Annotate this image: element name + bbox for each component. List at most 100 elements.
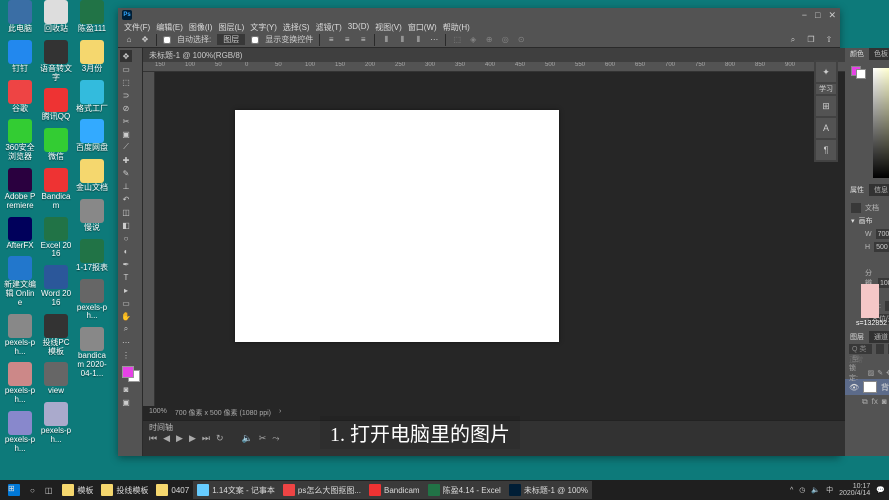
desktop-icon[interactable]: 陈盈111 (76, 0, 108, 34)
3d-icon-4[interactable]: ◎ (500, 35, 510, 45)
taskbar-item[interactable]: 陈盈4.14 - Excel (424, 481, 505, 499)
titlebar[interactable]: Ps − □ ✕ (118, 8, 840, 22)
search-button[interactable]: ○ (26, 481, 39, 499)
menu-item[interactable]: 帮助(H) (443, 22, 470, 32)
3d-icon-5[interactable]: ⊙ (516, 35, 526, 45)
desktop-icon[interactable]: 3月份 (76, 40, 108, 74)
taskbar-item[interactable]: Bandicam (365, 481, 424, 499)
blend-mode-select[interactable]: 正常 (849, 355, 863, 367)
tab-color[interactable]: 颜色 (845, 48, 869, 60)
align-right-icon[interactable]: ≡ (358, 35, 368, 45)
desktop-icon[interactable]: 语音转文字 (40, 40, 72, 83)
crop-tool[interactable]: ✂ (120, 115, 132, 127)
distribute-h-icon[interactable]: ⫴ (413, 35, 423, 45)
eraser-tool[interactable]: ◫ (120, 206, 132, 218)
edit-toolbar[interactable]: ⋮ (120, 349, 132, 361)
history-brush-tool[interactable]: ↶ (120, 193, 132, 205)
home-icon[interactable]: ⌂ (124, 35, 134, 45)
menu-item[interactable]: 文字(Y) (250, 22, 277, 32)
quick-mask-tool[interactable]: ◙ (120, 383, 132, 395)
layer-thumbnail[interactable] (863, 381, 877, 393)
foreground-color[interactable] (122, 366, 134, 378)
menu-item[interactable]: 窗口(W) (408, 22, 437, 32)
color-swatch[interactable] (120, 366, 140, 382)
libraries-icon[interactable]: ⊞ (816, 96, 836, 116)
more-icon[interactable]: ⋯ (429, 35, 439, 45)
desktop-icon[interactable]: Word 2016 (40, 265, 72, 308)
zoom-level[interactable]: 100% (149, 408, 167, 418)
layer-name[interactable]: 背景 (881, 382, 889, 393)
taskbar-item[interactable]: 0407 (152, 481, 193, 499)
brush-tool[interactable]: ✎ (120, 167, 132, 179)
tray-up-icon[interactable]: ^ (790, 487, 793, 494)
screen-mode-tool[interactable]: ▣ (120, 396, 132, 408)
paragraph-icon[interactable]: ¶ (816, 140, 836, 160)
tab-properties[interactable]: 属性 (845, 184, 869, 196)
tray-ime-icon[interactable]: 中 (826, 485, 833, 495)
desktop-icon[interactable]: 此电脑 (4, 0, 36, 34)
filter-pixel-icon[interactable] (876, 344, 884, 354)
tl-split-icon[interactable]: ✂ (259, 433, 267, 447)
type-tool[interactable]: T (120, 271, 132, 283)
distribute-icon[interactable]: ⫴ (381, 35, 391, 45)
shape-tool[interactable]: ▭ (120, 297, 132, 309)
search-icon[interactable]: ⌕ (788, 35, 798, 45)
taskbar-item[interactable]: 投线模板 (97, 481, 152, 499)
system-tray[interactable]: ^ ◷ 🔈 中 10:17 2020/4/14 💬 (790, 483, 885, 497)
visibility-icon[interactable]: 👁 (849, 383, 859, 392)
desktop-icon[interactable]: 慢说 (76, 199, 108, 233)
desktop-icon[interactable]: pexels-ph... (4, 314, 36, 357)
desktop-icon[interactable]: view (40, 362, 72, 396)
healing-tool[interactable]: ✚ (120, 154, 132, 166)
status-chevron-icon[interactable]: › (279, 408, 281, 418)
res-input[interactable] (878, 278, 889, 288)
move-tool[interactable]: ✥ (120, 50, 132, 62)
show-transform-checkbox[interactable] (251, 36, 259, 44)
hand-tool[interactable]: ✋ (120, 310, 132, 322)
3d-icon-3[interactable]: ⊕ (484, 35, 494, 45)
desktop-icon[interactable]: 钉钉 (4, 40, 36, 74)
tl-transition-icon[interactable]: ⤳ (272, 433, 279, 447)
taskbar-item[interactable]: 模板 (58, 481, 97, 499)
clock[interactable]: 10:17 2020/4/14 (839, 483, 870, 497)
notification-icon[interactable]: 💬 (876, 486, 885, 494)
lasso-tool[interactable]: ⊃ (120, 89, 132, 101)
taskbar-item[interactable]: 未标题-1 @ 100% (505, 481, 592, 499)
menu-item[interactable]: 图层(L) (218, 22, 244, 32)
desktop-icon[interactable]: pexels-ph... (40, 402, 72, 445)
panel-color-swatch[interactable] (851, 66, 867, 78)
desktop-icon[interactable]: 投线PC模板 (40, 314, 72, 357)
tl-audio-icon[interactable]: 🔈 (242, 433, 253, 447)
tl-next-icon[interactable]: ▶ (189, 433, 196, 447)
start-button[interactable]: ⊞ (4, 481, 24, 499)
maximize-button[interactable]: □ (815, 10, 820, 21)
share-icon[interactable]: ⇧ (824, 35, 834, 45)
desktop-icon[interactable]: pexels-ph... (76, 279, 108, 322)
tab-layers[interactable]: 图层 (845, 331, 869, 343)
desktop-icon[interactable]: 1-17报表 (76, 239, 108, 273)
artboard[interactable] (235, 110, 559, 342)
desktop-icon[interactable]: 格式工厂 (76, 80, 108, 114)
link-layers-icon[interactable]: ⧉ (862, 397, 868, 407)
pen-tool[interactable]: ✒ (120, 258, 132, 270)
desktop-icon[interactable]: Bandicam (40, 168, 72, 211)
tab-info[interactable]: 信息 (869, 184, 889, 196)
align-left-icon[interactable]: ≡ (326, 35, 336, 45)
color-picker-field[interactable] (873, 68, 889, 178)
close-button[interactable]: ✕ (828, 10, 836, 21)
canvas-section[interactable]: 画布 (859, 216, 873, 226)
layer-filter[interactable]: Q 类型 (849, 344, 872, 354)
layer-mask-icon[interactable]: ◙ (882, 397, 887, 407)
height-input[interactable] (874, 242, 889, 252)
desktop-icon[interactable]: 360安全浏览器 (4, 119, 36, 162)
canvas-background[interactable] (155, 72, 845, 406)
tl-prev-icon[interactable]: ◀ (163, 433, 170, 447)
menu-item[interactable]: 3D(D) (348, 22, 369, 32)
eyedropper-tool[interactable]: ⟋ (120, 141, 132, 153)
desktop-icon[interactable]: 腾讯QQ (40, 88, 72, 122)
mode-3d-icon[interactable]: ⬚ (452, 35, 462, 45)
menu-item[interactable]: 选择(S) (283, 22, 310, 32)
menu-item[interactable]: 图像(I) (189, 22, 213, 32)
tl-first-icon[interactable]: ⏮ (149, 433, 157, 447)
zoom-tool[interactable]: ⌕ (120, 323, 132, 335)
